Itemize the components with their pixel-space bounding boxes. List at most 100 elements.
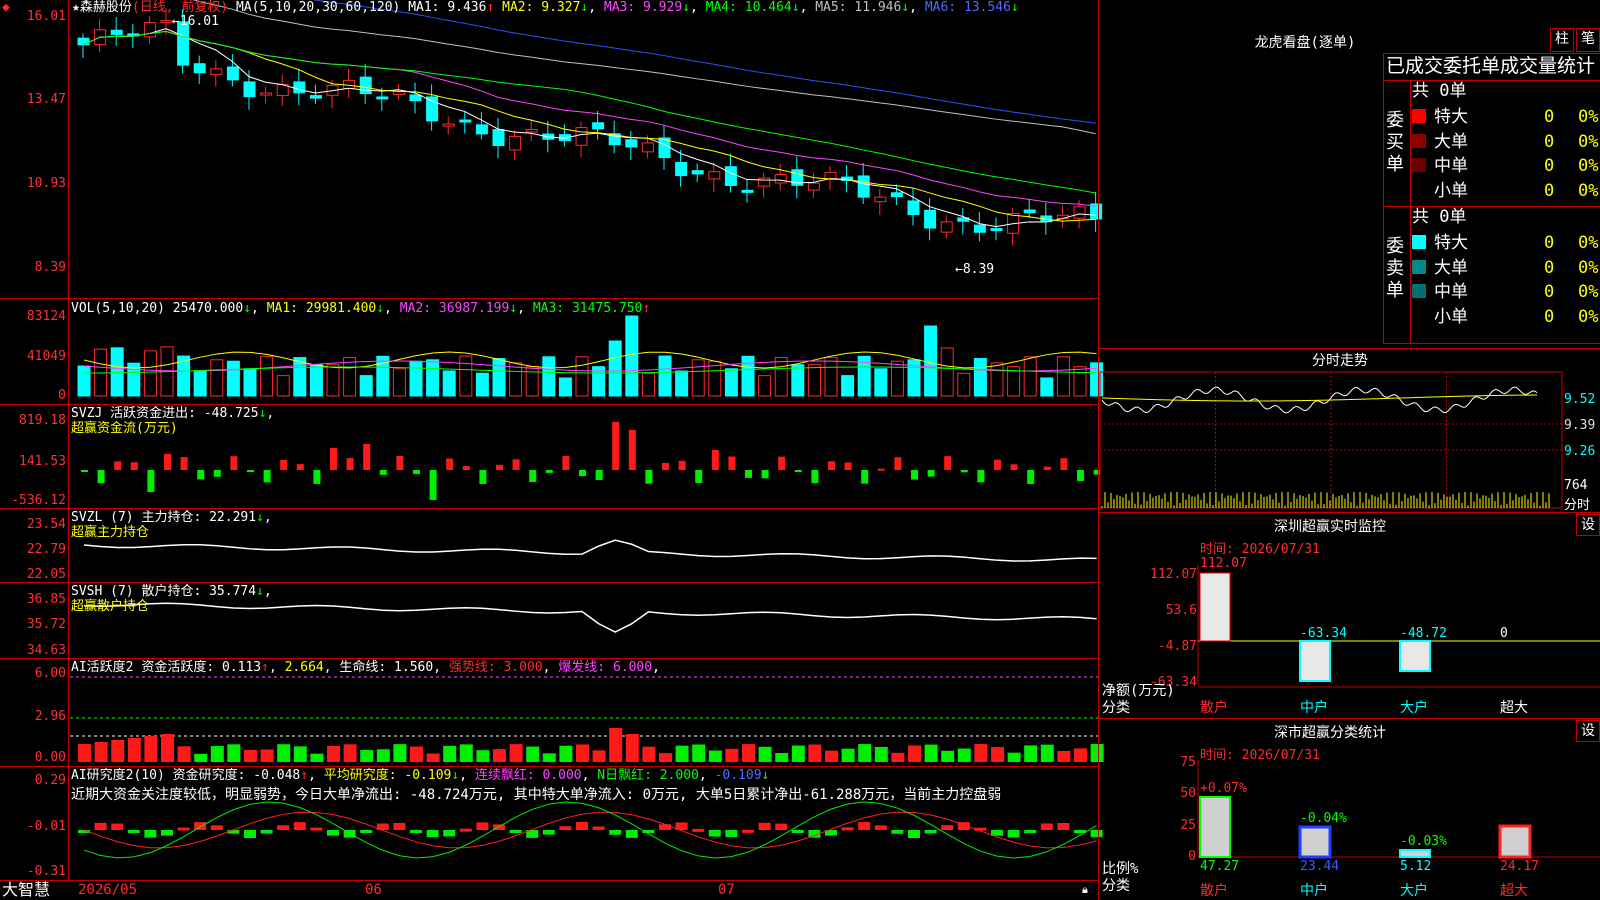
order-pct: 0% bbox=[1578, 282, 1599, 302]
fund-flow-bar bbox=[197, 470, 205, 480]
fund-flow-bar bbox=[81, 470, 88, 472]
svsh-sub: 超赢散户持仓 bbox=[71, 599, 150, 614]
candle bbox=[442, 123, 455, 127]
volume-bar bbox=[475, 372, 489, 397]
activity-bar bbox=[758, 746, 772, 762]
volume-bar bbox=[110, 347, 124, 397]
bar-mode-button[interactable]: 柱 bbox=[1550, 28, 1574, 52]
activity-bar bbox=[244, 749, 257, 762]
activity-bar bbox=[808, 744, 822, 762]
volume-bar bbox=[957, 372, 971, 397]
order-type: 小单 bbox=[1434, 306, 1468, 327]
svzj-desc: 活跃资金进出: -48.725 bbox=[110, 406, 259, 421]
chart-canvas[interactable] bbox=[0, 0, 1600, 900]
research-bar bbox=[94, 822, 107, 830]
fund-flow-bar bbox=[479, 470, 487, 484]
ai-active-v2: 2.664 bbox=[284, 660, 324, 675]
candle bbox=[575, 127, 588, 146]
research-bar bbox=[476, 822, 489, 830]
candle bbox=[343, 79, 356, 89]
order-pct: 0% bbox=[1578, 180, 1599, 201]
candle bbox=[691, 170, 704, 175]
candle bbox=[475, 124, 488, 135]
candle bbox=[774, 174, 787, 184]
ai-active-axis-2: 2.96 bbox=[34, 709, 66, 724]
fund-flow-bar bbox=[944, 456, 952, 470]
order-row: 中单 0 0% bbox=[1412, 281, 1598, 303]
activity-bar bbox=[526, 746, 540, 762]
sz-cat-4: 超大 bbox=[1500, 700, 1528, 716]
activity-bar bbox=[1024, 745, 1038, 762]
candle bbox=[309, 95, 322, 99]
research-bar bbox=[1040, 823, 1053, 830]
sz-axis-1: 112.07 bbox=[1150, 567, 1197, 582]
candle bbox=[509, 135, 522, 151]
candle bbox=[1023, 209, 1036, 214]
volume-bar bbox=[77, 365, 91, 397]
activity-bar bbox=[127, 738, 141, 762]
research-bar bbox=[1024, 830, 1037, 833]
research-bar bbox=[874, 825, 887, 830]
order-type: 特大 bbox=[1434, 233, 1468, 253]
order-pct: 0% bbox=[1578, 233, 1599, 253]
stock-name[interactable]: 森赫股份 bbox=[80, 0, 132, 15]
fund-flow-bar bbox=[844, 462, 852, 470]
minute-axis-2: 9.39 bbox=[1564, 418, 1596, 433]
buy-total: 共 0单 bbox=[1412, 81, 1467, 101]
arrow-down-icon: ↓ bbox=[791, 0, 800, 15]
fund-flow-bar bbox=[130, 462, 138, 470]
fund-flow-bar bbox=[711, 450, 719, 470]
order-label-col bbox=[1410, 80, 1411, 343]
order-pct: 0% bbox=[1578, 306, 1599, 327]
main-holding-line bbox=[83, 539, 1097, 562]
candle bbox=[1073, 206, 1086, 219]
fund-flow-bar bbox=[396, 456, 404, 470]
activity-bar bbox=[742, 744, 755, 762]
fund-flow-bar bbox=[927, 470, 935, 477]
period-label[interactable]: (日线, 前复权) bbox=[132, 0, 228, 15]
volume-bar bbox=[260, 355, 274, 397]
activity-bar bbox=[725, 748, 739, 762]
vol-header: VOL(5,10,20) 25470.000↓, MA1: 29981.400↓… bbox=[71, 301, 651, 316]
volume-bar bbox=[791, 364, 805, 397]
fund-flow-bar bbox=[994, 459, 1001, 470]
svsh-desc: 散户持仓: 35.774 bbox=[141, 584, 257, 599]
research-bar bbox=[692, 828, 705, 832]
volume-bar bbox=[890, 360, 904, 397]
lock-icon[interactable]: 🔒︎ bbox=[1082, 883, 1088, 897]
candle bbox=[592, 122, 605, 130]
volume-bar bbox=[492, 358, 506, 397]
research-bar bbox=[161, 830, 173, 836]
activity-bar bbox=[327, 745, 340, 762]
ai-research-axis-2: -0.01 bbox=[26, 819, 66, 834]
order-type: 大单 bbox=[1434, 131, 1468, 152]
candle bbox=[459, 119, 472, 123]
research-bar bbox=[891, 830, 904, 834]
research-bar bbox=[310, 827, 323, 831]
cls-settings-button[interactable]: 设 bbox=[1576, 720, 1600, 742]
activity-bar bbox=[891, 752, 905, 762]
ma5-value: MA5: 11.946 bbox=[815, 0, 902, 15]
candle bbox=[807, 182, 820, 191]
color-swatch bbox=[1412, 109, 1426, 123]
tick-mode-button[interactable]: 笔 bbox=[1576, 28, 1600, 52]
sz-settings-button[interactable]: 设 bbox=[1576, 514, 1600, 536]
activity-bar bbox=[277, 744, 291, 762]
research-bar bbox=[127, 830, 140, 833]
candle bbox=[874, 196, 887, 203]
cls-change-1: +0.07% bbox=[1200, 781, 1247, 796]
minute-top-line bbox=[1098, 348, 1600, 349]
volume-bar bbox=[708, 360, 722, 397]
research-bar bbox=[908, 830, 920, 838]
svsh-header: SVSH (7) 散户持仓: 35.774↓, bbox=[71, 584, 272, 599]
ma6-value: MA6: 13.546 bbox=[924, 0, 1011, 15]
ai-active-axis-3: 0.00 bbox=[34, 750, 66, 765]
cls-change-3: -0.03% bbox=[1400, 834, 1447, 849]
volume-bar bbox=[309, 364, 323, 397]
activity-bar bbox=[791, 745, 805, 762]
research-bar bbox=[177, 827, 190, 831]
order-type: 小单 bbox=[1434, 180, 1468, 201]
low-price-mark: ←8.39 bbox=[955, 262, 995, 277]
volume-bar bbox=[392, 368, 406, 397]
minute-title: 分时走势 bbox=[1312, 353, 1368, 369]
